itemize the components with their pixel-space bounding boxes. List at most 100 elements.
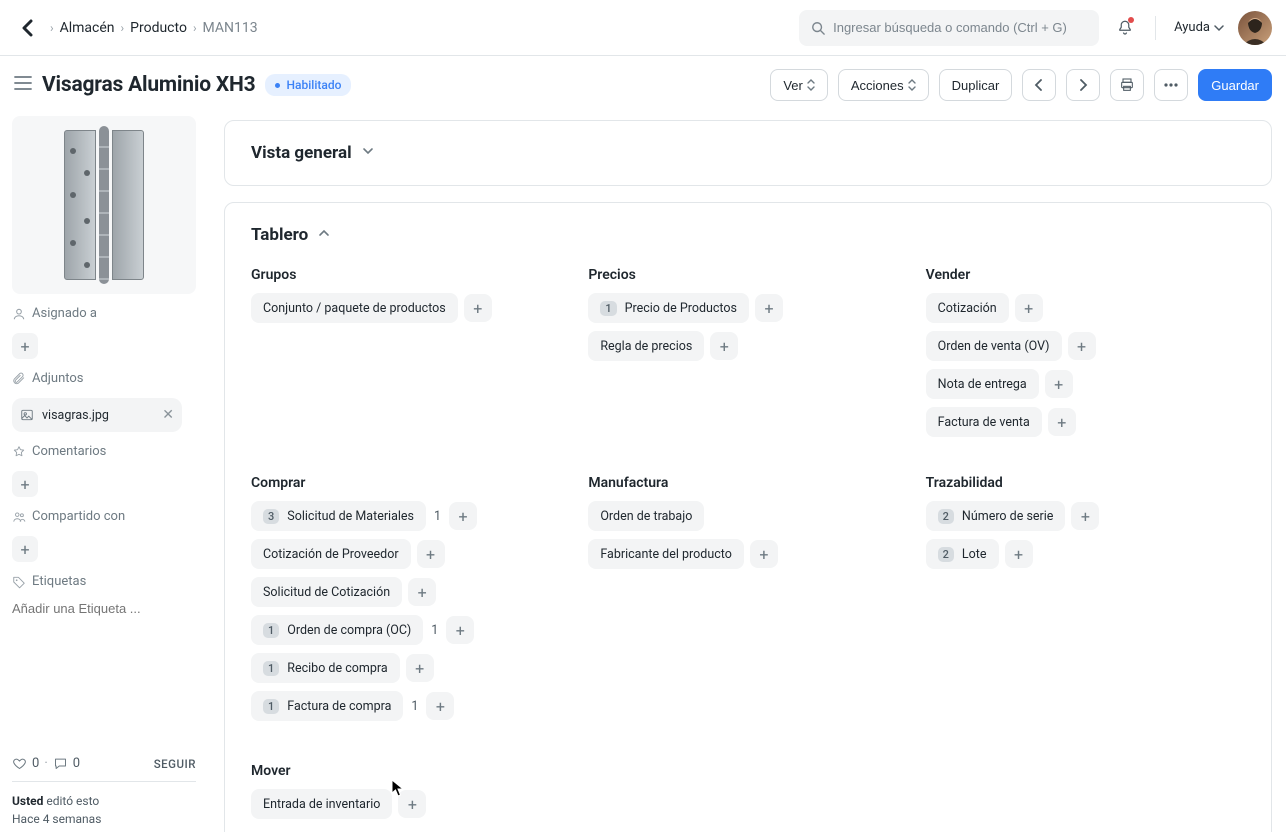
notifications-button[interactable]: [1107, 10, 1143, 46]
print-button[interactable]: [1110, 69, 1144, 101]
pill-recibo-compra[interactable]: 1Recibo de compra: [251, 653, 400, 683]
add-button[interactable]: +: [446, 616, 474, 644]
prev-button[interactable]: [1022, 69, 1056, 101]
add-button[interactable]: +: [750, 540, 778, 568]
content-area: Vista general Tablero Grupos: [208, 114, 1286, 832]
add-button[interactable]: +: [1048, 408, 1076, 436]
breadcrumb-l1[interactable]: Almacén: [60, 20, 115, 36]
view-dropdown[interactable]: Ver: [770, 69, 828, 101]
status-label: Habilitado: [286, 78, 341, 92]
left-sidebar: Asignado a + Adjuntos visagras.jpg ✕ Com…: [0, 114, 208, 832]
select-icon: [908, 79, 916, 91]
add-button[interactable]: +: [1015, 294, 1043, 322]
pill-orden-trabajo[interactable]: Orden de trabajo: [588, 501, 704, 531]
pill-factura-compra[interactable]: 1Factura de compra: [251, 691, 403, 721]
attachments-label: Adjuntos: [12, 371, 196, 386]
pill-precio-productos[interactable]: 1 Precio de Productos: [588, 293, 749, 323]
divider: [1155, 16, 1156, 40]
remove-attachment-button[interactable]: ✕: [162, 407, 174, 423]
pill-entrada-inventario[interactable]: Entrada de inventario: [251, 789, 392, 819]
pill-orden-venta[interactable]: Orden de venta (OV): [926, 331, 1062, 361]
chevron-down-icon: [362, 145, 374, 157]
product-image[interactable]: [12, 116, 196, 294]
chevron-right-icon: ›: [50, 21, 54, 35]
pill-solicitud-cotizacion[interactable]: Solicitud de Cotización: [251, 577, 402, 607]
add-button[interactable]: +: [1068, 332, 1096, 360]
ext-count: 1: [432, 509, 443, 524]
search-icon: [811, 21, 825, 35]
dashboard-card: Tablero Grupos Conjunto / paquete de pro…: [224, 202, 1272, 832]
tags-label: Etiquetas: [12, 574, 196, 589]
breadcrumb-l3[interactable]: MAN113: [203, 20, 258, 36]
tag-input[interactable]: [12, 601, 196, 616]
add-button[interactable]: +: [406, 654, 434, 682]
overview-card: Vista general: [224, 120, 1272, 186]
next-button[interactable]: [1066, 69, 1100, 101]
add-button[interactable]: +: [408, 578, 436, 606]
avatar[interactable]: [1238, 11, 1272, 45]
ext-count: 1: [429, 623, 440, 638]
star-icon: [12, 445, 26, 459]
add-share-button[interactable]: +: [12, 536, 38, 562]
dashboard-title: Tablero: [251, 225, 308, 245]
pill-nota-entrega[interactable]: Nota de entrega: [926, 369, 1039, 399]
actions-dropdown[interactable]: Acciones: [838, 69, 929, 101]
pill-numero-serie[interactable]: 2Número de serie: [926, 501, 1066, 531]
attachment-chip[interactable]: visagras.jpg ✕: [12, 398, 182, 432]
duplicate-button[interactable]: Duplicar: [939, 69, 1013, 101]
add-button[interactable]: +: [426, 692, 454, 720]
section-grupos: Grupos Conjunto / paquete de productos +: [251, 267, 570, 437]
section-mover: Mover Entrada de inventario+: [251, 763, 570, 819]
pill-regla-precios[interactable]: Regla de precios: [588, 331, 704, 361]
add-button[interactable]: +: [398, 790, 426, 818]
sidebar-toggle[interactable]: [14, 75, 32, 95]
pill-solicitud-materiales[interactable]: 3Solicitud de Materiales: [251, 501, 426, 531]
help-label: Ayuda: [1174, 20, 1210, 35]
section-vender: Vender Cotización+ Orden de venta (OV)+ …: [926, 267, 1245, 437]
chevron-left-icon: [1034, 79, 1044, 91]
add-button[interactable]: +: [1005, 540, 1033, 568]
follow-button[interactable]: SEGUIR: [154, 757, 196, 771]
back-button[interactable]: [14, 14, 42, 42]
search-container[interactable]: [799, 10, 1099, 46]
add-assignee-button[interactable]: +: [12, 333, 38, 359]
image-icon: [20, 408, 34, 422]
pill-conjunto[interactable]: Conjunto / paquete de productos: [251, 293, 458, 323]
add-button[interactable]: +: [710, 332, 738, 360]
pill-fabricante-producto[interactable]: Fabricante del producto: [588, 539, 744, 569]
add-button[interactable]: +: [449, 502, 477, 530]
heart-icon[interactable]: [12, 756, 27, 771]
assigned-to-label: Asignado a: [12, 306, 196, 321]
search-input[interactable]: [833, 20, 1087, 35]
add-comment-button[interactable]: +: [12, 471, 38, 497]
pill-cotizacion[interactable]: Cotización: [926, 293, 1009, 323]
pill-factura-venta[interactable]: Factura de venta: [926, 407, 1042, 437]
add-button[interactable]: +: [1045, 370, 1073, 398]
comments-label: Comentarios: [12, 444, 196, 459]
save-button[interactable]: Guardar: [1198, 69, 1272, 101]
collapse-button[interactable]: [362, 145, 374, 161]
add-button[interactable]: +: [417, 540, 445, 568]
status-badge[interactable]: Habilitado: [265, 74, 351, 96]
collapse-button[interactable]: [318, 227, 330, 243]
pill-orden-compra[interactable]: 1Orden de compra (OC): [251, 615, 423, 645]
breadcrumb-l2[interactable]: Producto: [130, 20, 187, 36]
comment-icon[interactable]: [53, 756, 68, 771]
breadcrumb: › Almacén › Producto › MAN113: [50, 20, 258, 36]
more-button[interactable]: [1154, 69, 1188, 101]
pill-cotizacion-proveedor[interactable]: Cotización de Proveedor: [251, 539, 411, 569]
add-button[interactable]: +: [1071, 502, 1099, 530]
pill-lote[interactable]: 2Lote: [926, 539, 999, 569]
add-button[interactable]: +: [755, 294, 783, 322]
section-comprar: Comprar 3Solicitud de Materiales 1 + Cot…: [251, 475, 570, 721]
chevron-right-icon: ›: [193, 21, 197, 35]
user-icon: [12, 307, 26, 321]
edit-meta: Usted editó esto Hace 4 semanas: [12, 792, 196, 828]
likes-count: 0: [32, 756, 39, 771]
section-precios: Precios 1 Precio de Productos + Regla de…: [588, 267, 907, 437]
page-title: Visagras Aluminio XH3: [42, 73, 255, 97]
help-dropdown[interactable]: Ayuda: [1168, 20, 1230, 35]
header-row: Visagras Aluminio XH3 Habilitado Ver Acc…: [0, 56, 1286, 114]
add-button[interactable]: +: [464, 294, 492, 322]
topbar: › Almacén › Producto › MAN113 Ayuda: [0, 0, 1286, 56]
